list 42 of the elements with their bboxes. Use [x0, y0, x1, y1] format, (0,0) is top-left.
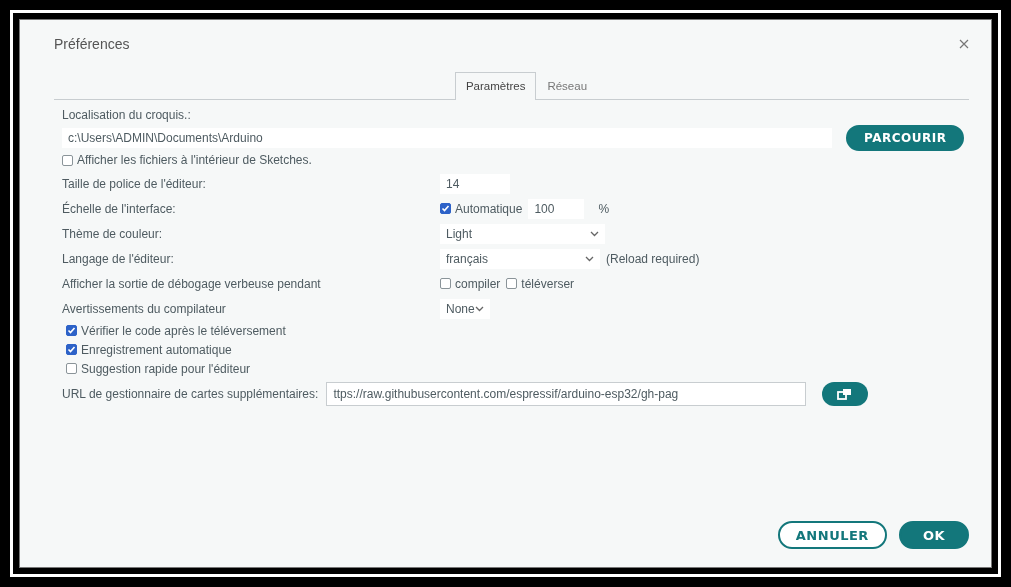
field-label: Localisation du croquis.:	[62, 108, 192, 122]
checkbox-label: Automatique	[455, 201, 523, 216]
chevron-icon	[590, 230, 599, 237]
dropdown[interactable]: français	[440, 248, 600, 269]
checkbox-label: téléverser	[521, 276, 575, 291]
setting-label: Échelle de l'interface:	[62, 201, 177, 216]
chevron-icon	[475, 305, 484, 312]
close-icon[interactable]	[959, 39, 969, 49]
checkbox-label: Suggestion rapide pour l'éditeur	[81, 361, 251, 376]
checkbox[interactable]	[66, 363, 77, 374]
checkbox[interactable]	[66, 325, 77, 336]
browse-button[interactable]: PARCOURIR	[846, 125, 965, 151]
window-icon[interactable]	[822, 382, 869, 406]
setting-label: Thème de couleur:	[62, 226, 164, 241]
checkbox-label: Enregistrement automatique	[81, 342, 232, 357]
checkbox[interactable]	[506, 278, 518, 289]
checkbox[interactable]	[62, 154, 73, 166]
setting-label: Taille de police de l'éditeur:	[62, 176, 207, 191]
setting-label: Afficher la sortie de débogage verbeuse pendant	[62, 276, 322, 291]
font-size-field[interactable]: 14	[440, 173, 510, 194]
tab[interactable]: Paramètres	[454, 72, 537, 100]
ok-button[interactable]: OK	[898, 521, 969, 549]
checkbox[interactable]	[66, 344, 77, 355]
chevron-icon	[585, 255, 594, 262]
checkbox-label: compiler	[455, 276, 501, 291]
url-field[interactable]: ttps://raw.githubusercontent.com/espressif/arduino-esp32/gh-pag	[326, 382, 807, 406]
checkbox-label: Afficher les fichiers à l'intérieur de Sketches.	[77, 153, 312, 167]
cancel-button[interactable]: ANNULER	[777, 521, 887, 549]
tab[interactable]: Réseau	[536, 72, 599, 100]
setting-label: Langage de l'éditeur:	[62, 251, 175, 266]
checkbox[interactable]	[440, 278, 451, 289]
unit-label: %	[598, 201, 610, 216]
path-field[interactable]: c:\Users\ADMIN\Documents\Arduino	[62, 128, 832, 148]
dropdown[interactable]: None	[440, 298, 490, 319]
checkbox-label: Vérifier le code après le téléversement	[81, 323, 286, 338]
scale-field[interactable]: 100	[528, 198, 585, 219]
field-label: URL de gestionnaire de cartes supplémentaires:	[62, 387, 319, 401]
dialog-title: Préférences	[54, 36, 130, 52]
note-text: (Reload required)	[606, 251, 700, 266]
dropdown[interactable]: Light	[440, 223, 605, 244]
checkbox[interactable]	[440, 203, 451, 214]
setting-label: Avertissements du compilateur	[62, 301, 227, 316]
